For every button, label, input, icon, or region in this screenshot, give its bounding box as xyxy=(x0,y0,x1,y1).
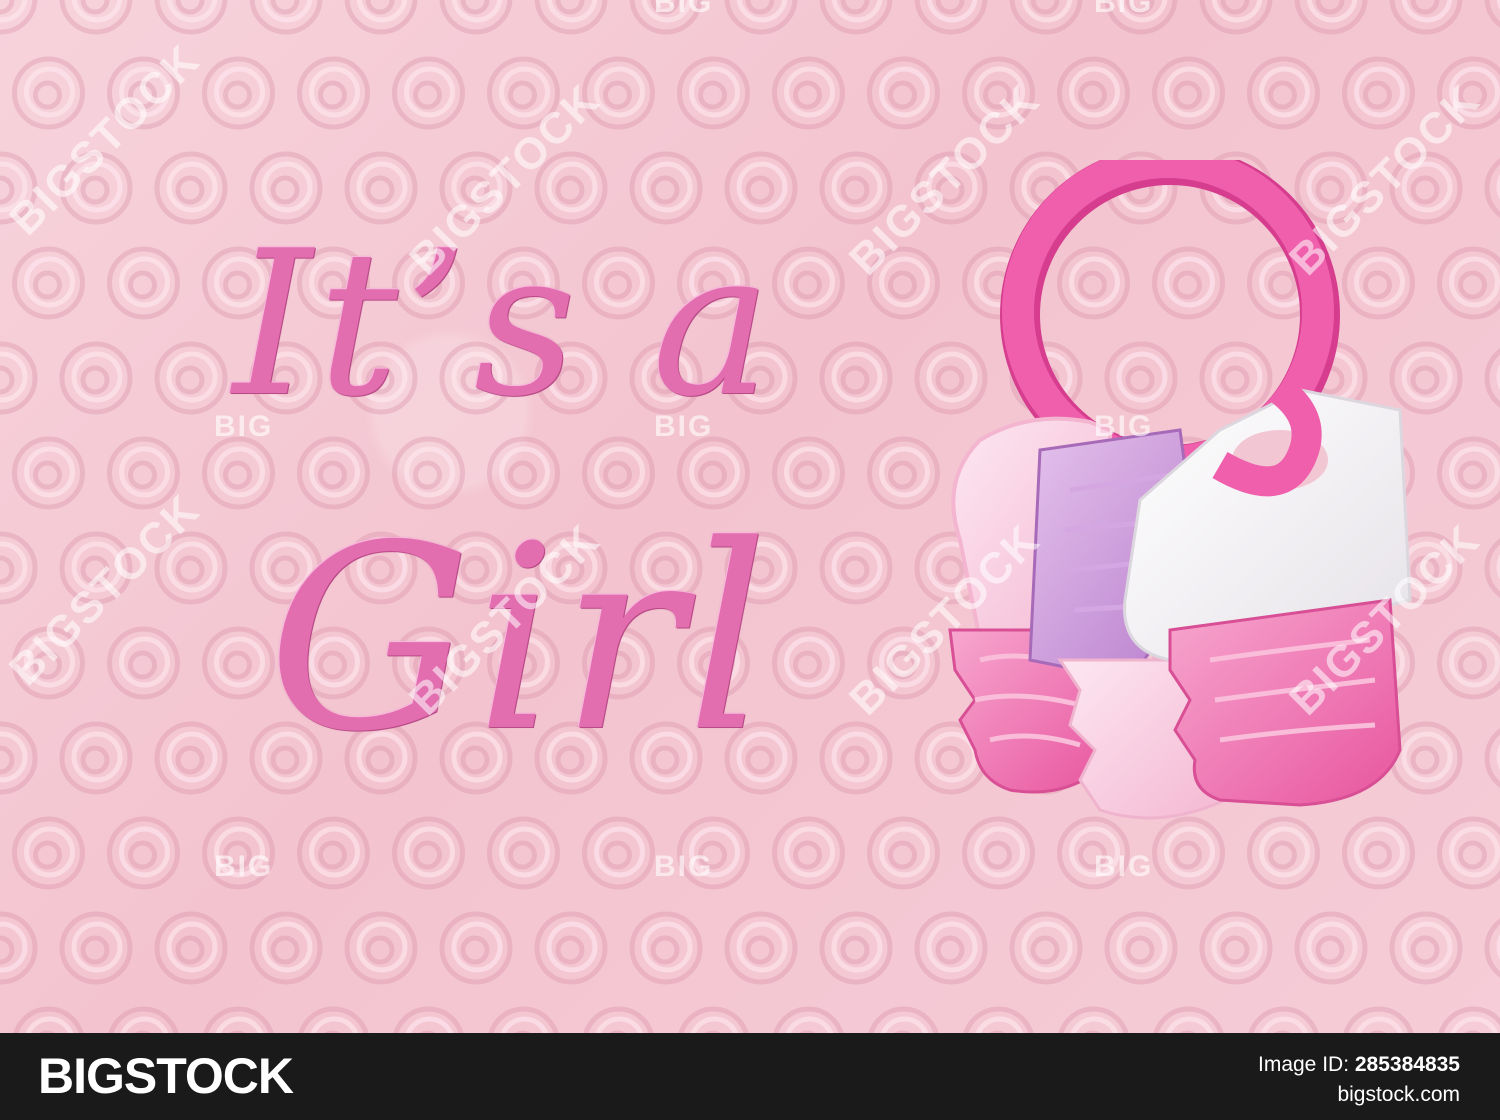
fur-swirl xyxy=(508,80,537,110)
fur-swirl xyxy=(935,935,965,965)
fur-swirl xyxy=(1030,0,1060,15)
watermark-small: BIG xyxy=(654,850,714,883)
image-id-value: 285384835 xyxy=(1354,1053,1460,1076)
fur-swirl xyxy=(1125,935,1155,965)
fur-swirl xyxy=(175,935,205,965)
fur-swirl xyxy=(0,0,15,15)
fur-swirl xyxy=(555,0,585,15)
fur-swirl xyxy=(318,80,347,110)
fur-swirl xyxy=(270,935,300,965)
image-id-label: Image ID: xyxy=(1258,1053,1355,1076)
fur-swirl xyxy=(935,0,965,15)
fur-swirl xyxy=(1268,80,1297,110)
fur-swirl xyxy=(80,935,110,965)
fur-swirl xyxy=(698,80,727,110)
fur-swirl xyxy=(413,840,442,870)
fur-swirl xyxy=(1078,80,1107,110)
fur-swirl xyxy=(33,840,62,870)
fur-swirl xyxy=(1315,935,1345,965)
watermark-small: BIG xyxy=(654,410,714,443)
fur-swirl xyxy=(270,175,300,205)
fur-swirl xyxy=(0,935,15,965)
fur-swirl xyxy=(650,175,680,205)
baby-key-rattle xyxy=(948,160,1412,820)
fur-swirl xyxy=(1220,0,1250,15)
fur-swirl xyxy=(650,935,680,965)
fur-swirl xyxy=(555,175,585,205)
fur-swirl xyxy=(1410,935,1440,965)
fur-swirl xyxy=(603,840,632,870)
fur-swirl xyxy=(1458,460,1487,490)
fur-swirl xyxy=(1458,650,1487,680)
fur-swirl xyxy=(745,935,775,965)
fur-swirl xyxy=(460,0,490,15)
fur-swirl xyxy=(1315,0,1345,15)
fur-swirl xyxy=(413,80,442,110)
watermark-small: BIG xyxy=(1094,410,1154,443)
fur-swirl xyxy=(603,80,632,110)
fur-swirl xyxy=(840,935,870,965)
watermark-small: BIG xyxy=(1094,0,1154,19)
fur-swirl xyxy=(460,935,490,965)
fur-swirl xyxy=(365,175,395,205)
fur-swirl xyxy=(840,0,870,15)
photo-area: It’s a Girl BIGSTOCK BIGSTOCK BIGSTOCK B… xyxy=(0,0,1500,1033)
fur-swirl xyxy=(888,80,917,110)
stock-photo: It’s a Girl BIGSTOCK BIGSTOCK BIGSTOCK B… xyxy=(0,0,1500,1120)
fur-swirl xyxy=(555,935,585,965)
fur-swirl xyxy=(1410,0,1440,15)
fur-swirl xyxy=(793,80,822,110)
fur-swirl xyxy=(318,840,347,870)
fur-swirl xyxy=(80,0,110,15)
fur-swirl xyxy=(1363,80,1392,110)
fur-swirl xyxy=(175,0,205,15)
stock-footer-bar: BIGSTOCK Image ID: 285384835 bigstock.co… xyxy=(0,1033,1500,1120)
fur-swirl xyxy=(1458,840,1487,870)
fur-swirl xyxy=(745,175,775,205)
fur-swirl xyxy=(1173,80,1202,110)
fur-swirl xyxy=(1030,935,1060,965)
watermark-small: BIG xyxy=(654,0,714,19)
fur-swirl xyxy=(1220,935,1250,965)
fur-swirl xyxy=(508,840,537,870)
fur-swirl xyxy=(33,80,62,110)
brand-logo[interactable]: BIGSTOCK xyxy=(38,1047,294,1105)
fur-swirl xyxy=(365,935,395,965)
site-url-link[interactable]: bigstock.com xyxy=(1337,1083,1460,1107)
fur-swirl xyxy=(365,0,395,15)
fur-swirl xyxy=(223,80,252,110)
fur-swirl xyxy=(888,840,917,870)
fur-swirl xyxy=(270,0,300,15)
watermark-small: BIG xyxy=(214,410,274,443)
image-id-row: Image ID: 285384835 xyxy=(1258,1053,1460,1077)
fur-swirl xyxy=(793,840,822,870)
fur-swirl xyxy=(1458,270,1487,300)
fur-swirl xyxy=(840,175,870,205)
fur-swirl xyxy=(745,0,775,15)
fur-swirl xyxy=(175,175,205,205)
watermark-small: BIG xyxy=(1094,850,1154,883)
fur-swirl xyxy=(128,840,157,870)
watermark-small: BIG xyxy=(214,850,274,883)
